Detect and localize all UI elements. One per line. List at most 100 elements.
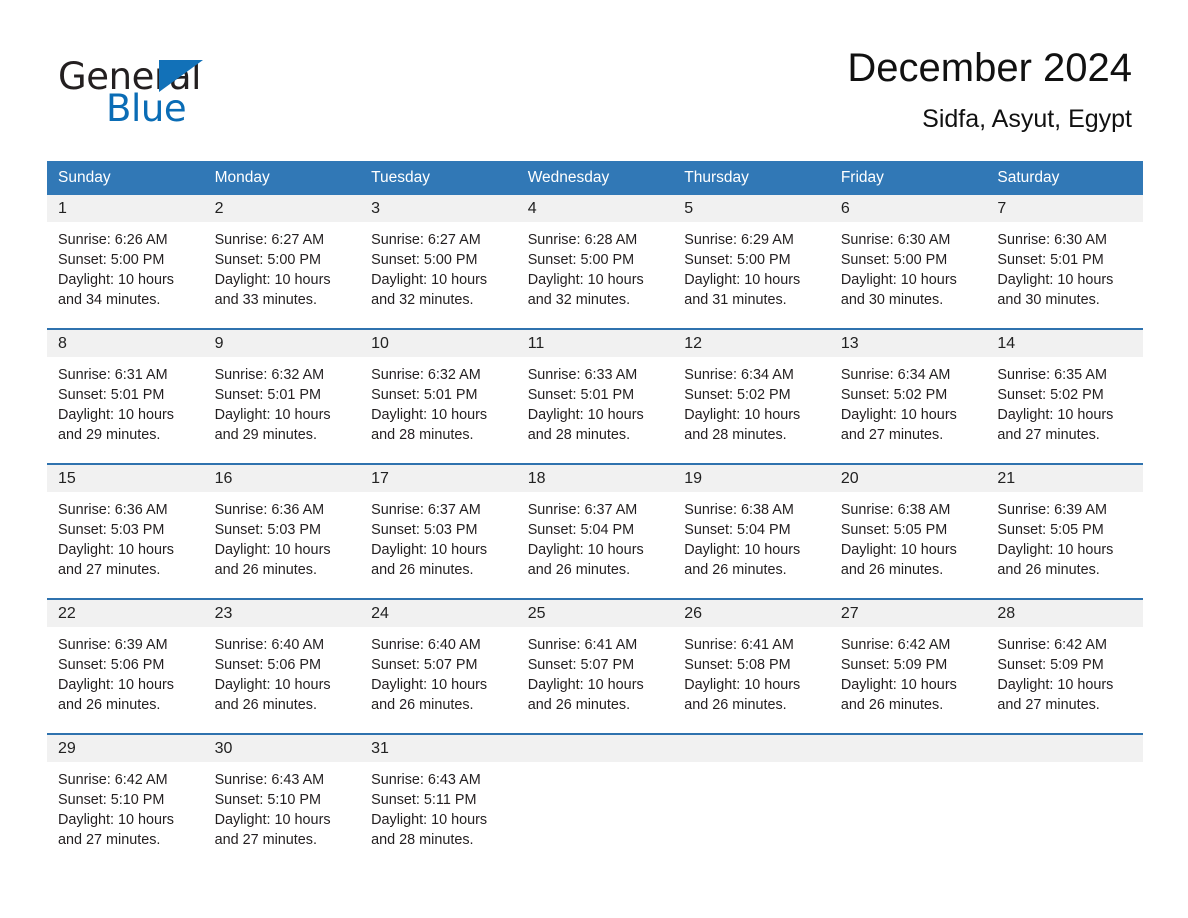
weekday-header-tuesday: Tuesday bbox=[360, 160, 517, 195]
calendar-week-row: 29 Sunrise: 6:42 AM Sunset: 5:10 PM Dayli… bbox=[47, 732, 1143, 868]
day-number: 5 bbox=[673, 194, 830, 222]
day-details: Sunrise: 6:28 AM Sunset: 5:00 PM Dayligh… bbox=[527, 231, 644, 308]
day-details: Sunrise: 6:37 AM Sunset: 5:03 PM Dayligh… bbox=[371, 501, 488, 578]
day-details: Sunrise: 6:26 AM Sunset: 5:00 PM Dayligh… bbox=[58, 231, 174, 308]
generalblue-logo[interactable]: General Blue bbox=[58, 44, 238, 127]
calendar-day-cell[interactable]: 11 Sunrise: 6:33 AM Sunset: 5:01 PM Dayli… bbox=[516, 327, 674, 464]
calendar-day-cell[interactable]: 30 Sunrise: 6:43 AM Sunset: 5:10 PM Dayli… bbox=[203, 732, 361, 868]
calendar-day-cell[interactable]: 26 Sunrise: 6:41 AM Sunset: 5:08 PM Dayli… bbox=[673, 597, 830, 734]
calendar-week-row: 8 Sunrise: 6:31 AM Sunset: 5:01 PM Daylig… bbox=[47, 327, 1143, 464]
calendar-day-cell[interactable]: 18 Sunrise: 6:37 AM Sunset: 5:04 PM Dayli… bbox=[516, 462, 674, 599]
day-number: 19 bbox=[673, 464, 830, 492]
day-details: Sunrise: 6:35 AM Sunset: 5:02 PM Dayligh… bbox=[997, 366, 1114, 443]
page-title: December 2024 bbox=[847, 46, 1132, 90]
calendar-day-cell[interactable]: 24 Sunrise: 6:40 AM Sunset: 5:07 PM Dayli… bbox=[360, 597, 517, 734]
day-number: 20 bbox=[829, 464, 987, 492]
calendar-day-cell[interactable]: 14 Sunrise: 6:35 AM Sunset: 5:02 PM Dayli… bbox=[986, 327, 1143, 464]
day-details: Sunrise: 6:41 AM Sunset: 5:08 PM Dayligh… bbox=[684, 636, 801, 713]
calendar-day-cell[interactable]: 23 Sunrise: 6:40 AM Sunset: 5:06 PM Dayli… bbox=[203, 597, 361, 734]
calendar-day-cell[interactable]: 22 Sunrise: 6:39 AM Sunset: 5:06 PM Dayli… bbox=[47, 597, 204, 734]
day-details: Sunrise: 6:40 AM Sunset: 5:06 PM Dayligh… bbox=[214, 636, 331, 713]
day-number: 21 bbox=[986, 464, 1143, 492]
calendar-day-cell[interactable]: 17 Sunrise: 6:37 AM Sunset: 5:03 PM Dayli… bbox=[360, 462, 517, 599]
day-details: Sunrise: 6:42 AM Sunset: 5:10 PM Dayligh… bbox=[58, 771, 174, 848]
calendar-day-cell[interactable]: 13 Sunrise: 6:34 AM Sunset: 5:02 PM Dayli… bbox=[829, 327, 987, 464]
page-header: General Blue December 2024 Sidfa, Asyut,… bbox=[0, 0, 1188, 134]
day-number: 25 bbox=[516, 599, 674, 627]
day-number: 15 bbox=[47, 464, 204, 492]
day-details: Sunrise: 6:37 AM Sunset: 5:04 PM Dayligh… bbox=[527, 501, 644, 578]
calendar-day-cell[interactable]: 25 Sunrise: 6:41 AM Sunset: 5:07 PM Dayli… bbox=[516, 597, 674, 734]
day-details: Sunrise: 6:36 AM Sunset: 5:03 PM Dayligh… bbox=[58, 501, 174, 578]
day-details: Sunrise: 6:27 AM Sunset: 5:00 PM Dayligh… bbox=[371, 231, 488, 308]
day-number: 18 bbox=[516, 464, 674, 492]
day-details: Sunrise: 6:32 AM Sunset: 5:01 PM Dayligh… bbox=[371, 366, 488, 443]
day-details: Sunrise: 6:42 AM Sunset: 5:09 PM Dayligh… bbox=[997, 636, 1114, 713]
day-details: Sunrise: 6:33 AM Sunset: 5:01 PM Dayligh… bbox=[527, 366, 644, 443]
day-details: Sunrise: 6:38 AM Sunset: 5:04 PM Dayligh… bbox=[684, 501, 801, 578]
day-details: Sunrise: 6:27 AM Sunset: 5:00 PM Dayligh… bbox=[214, 231, 331, 308]
day-details: Sunrise: 6:34 AM Sunset: 5:02 PM Dayligh… bbox=[684, 366, 801, 443]
calendar-day-cell[interactable]: 27 Sunrise: 6:42 AM Sunset: 5:09 PM Dayli… bbox=[829, 597, 987, 734]
day-number: 12 bbox=[673, 329, 830, 357]
day-number: 24 bbox=[360, 599, 517, 627]
day-number: 7 bbox=[986, 194, 1143, 222]
day-number: 14 bbox=[986, 329, 1143, 357]
calendar-day-cell[interactable]: 16 Sunrise: 6:36 AM Sunset: 5:03 PM Dayli… bbox=[203, 462, 361, 599]
calendar-day-cell[interactable]: 15 Sunrise: 6:36 AM Sunset: 5:03 PM Dayli… bbox=[47, 462, 204, 599]
calendar-day-cell-empty bbox=[516, 732, 674, 868]
calendar-day-cell[interactable]: 12 Sunrise: 6:34 AM Sunset: 5:02 PM Dayli… bbox=[673, 327, 830, 464]
day-number: 8 bbox=[47, 329, 204, 357]
calendar-container: Sunday Monday Tuesday Wednesday Thursday… bbox=[47, 160, 1143, 868]
day-number bbox=[516, 734, 674, 762]
calendar-day-cell[interactable]: 1 Sunrise: 6:26 AM Sunset: 5:00 PM Daylig… bbox=[47, 194, 204, 329]
calendar-body: 1 Sunrise: 6:26 AM Sunset: 5:00 PM Daylig… bbox=[47, 194, 1143, 868]
day-number bbox=[986, 734, 1143, 762]
day-number: 17 bbox=[360, 464, 517, 492]
title-block: December 2024 Sidfa, Asyut, Egypt bbox=[847, 44, 1132, 134]
day-number: 10 bbox=[360, 329, 517, 357]
day-number: 11 bbox=[516, 329, 674, 357]
day-details: Sunrise: 6:41 AM Sunset: 5:07 PM Dayligh… bbox=[527, 636, 644, 713]
calendar-day-cell[interactable]: 6 Sunrise: 6:30 AM Sunset: 5:00 PM Daylig… bbox=[829, 194, 987, 329]
calendar-day-cell[interactable]: 2 Sunrise: 6:27 AM Sunset: 5:00 PM Daylig… bbox=[203, 194, 361, 329]
weekday-header-wednesday: Wednesday bbox=[516, 160, 674, 195]
day-number: 23 bbox=[203, 599, 361, 627]
calendar-day-cell[interactable]: 5 Sunrise: 6:29 AM Sunset: 5:00 PM Daylig… bbox=[673, 194, 830, 329]
day-number: 3 bbox=[360, 194, 517, 222]
logo-text-blue: Blue bbox=[106, 87, 187, 130]
calendar-day-cell[interactable]: 31 Sunrise: 6:43 AM Sunset: 5:11 PM Dayli… bbox=[360, 732, 517, 868]
calendar-day-cell[interactable]: 9 Sunrise: 6:32 AM Sunset: 5:01 PM Daylig… bbox=[203, 327, 361, 464]
day-details: Sunrise: 6:32 AM Sunset: 5:01 PM Dayligh… bbox=[214, 366, 331, 443]
calendar-day-cell[interactable]: 7 Sunrise: 6:30 AM Sunset: 5:01 PM Daylig… bbox=[986, 194, 1143, 329]
calendar-day-cell[interactable]: 19 Sunrise: 6:38 AM Sunset: 5:04 PM Dayli… bbox=[673, 462, 830, 599]
calendar-day-cell[interactable]: 21 Sunrise: 6:39 AM Sunset: 5:05 PM Dayli… bbox=[986, 462, 1143, 599]
day-number: 6 bbox=[829, 194, 987, 222]
day-details: Sunrise: 6:40 AM Sunset: 5:07 PM Dayligh… bbox=[371, 636, 488, 713]
calendar-day-cell[interactable]: 4 Sunrise: 6:28 AM Sunset: 5:00 PM Daylig… bbox=[516, 194, 674, 329]
calendar-page: General Blue December 2024 Sidfa, Asyut,… bbox=[0, 0, 1188, 918]
day-details: Sunrise: 6:43 AM Sunset: 5:11 PM Dayligh… bbox=[371, 771, 488, 848]
day-number: 9 bbox=[203, 329, 361, 357]
day-details: Sunrise: 6:30 AM Sunset: 5:01 PM Dayligh… bbox=[997, 231, 1114, 308]
calendar-day-cell[interactable]: 29 Sunrise: 6:42 AM Sunset: 5:10 PM Dayli… bbox=[47, 732, 204, 868]
calendar-day-cell[interactable]: 8 Sunrise: 6:31 AM Sunset: 5:01 PM Daylig… bbox=[47, 327, 204, 464]
calendar-week-row: 15 Sunrise: 6:36 AM Sunset: 5:03 PM Dayli… bbox=[47, 462, 1143, 599]
calendar-day-cell[interactable]: 10 Sunrise: 6:32 AM Sunset: 5:01 PM Dayli… bbox=[360, 327, 517, 464]
calendar-week-row: 22 Sunrise: 6:39 AM Sunset: 5:06 PM Dayli… bbox=[47, 597, 1143, 734]
day-details: Sunrise: 6:43 AM Sunset: 5:10 PM Dayligh… bbox=[214, 771, 331, 848]
weekday-header-sunday: Sunday bbox=[47, 160, 204, 195]
day-details bbox=[986, 762, 1143, 771]
day-details: Sunrise: 6:30 AM Sunset: 5:00 PM Dayligh… bbox=[840, 231, 957, 308]
day-details: Sunrise: 6:39 AM Sunset: 5:06 PM Dayligh… bbox=[58, 636, 174, 713]
day-number: 30 bbox=[203, 734, 361, 762]
calendar-day-cell[interactable]: 28 Sunrise: 6:42 AM Sunset: 5:09 PM Dayli… bbox=[986, 597, 1143, 734]
calendar-day-cell-empty bbox=[829, 732, 987, 868]
calendar-header-row: Sunday Monday Tuesday Wednesday Thursday… bbox=[47, 160, 1143, 195]
calendar-day-cell[interactable]: 3 Sunrise: 6:27 AM Sunset: 5:00 PM Daylig… bbox=[360, 194, 517, 329]
day-details: Sunrise: 6:34 AM Sunset: 5:02 PM Dayligh… bbox=[840, 366, 957, 443]
calendar-day-cell[interactable]: 20 Sunrise: 6:38 AM Sunset: 5:05 PM Dayli… bbox=[829, 462, 987, 599]
day-number: 13 bbox=[829, 329, 987, 357]
calendar-day-cell-empty bbox=[673, 732, 830, 868]
weekday-header-thursday: Thursday bbox=[673, 160, 830, 195]
